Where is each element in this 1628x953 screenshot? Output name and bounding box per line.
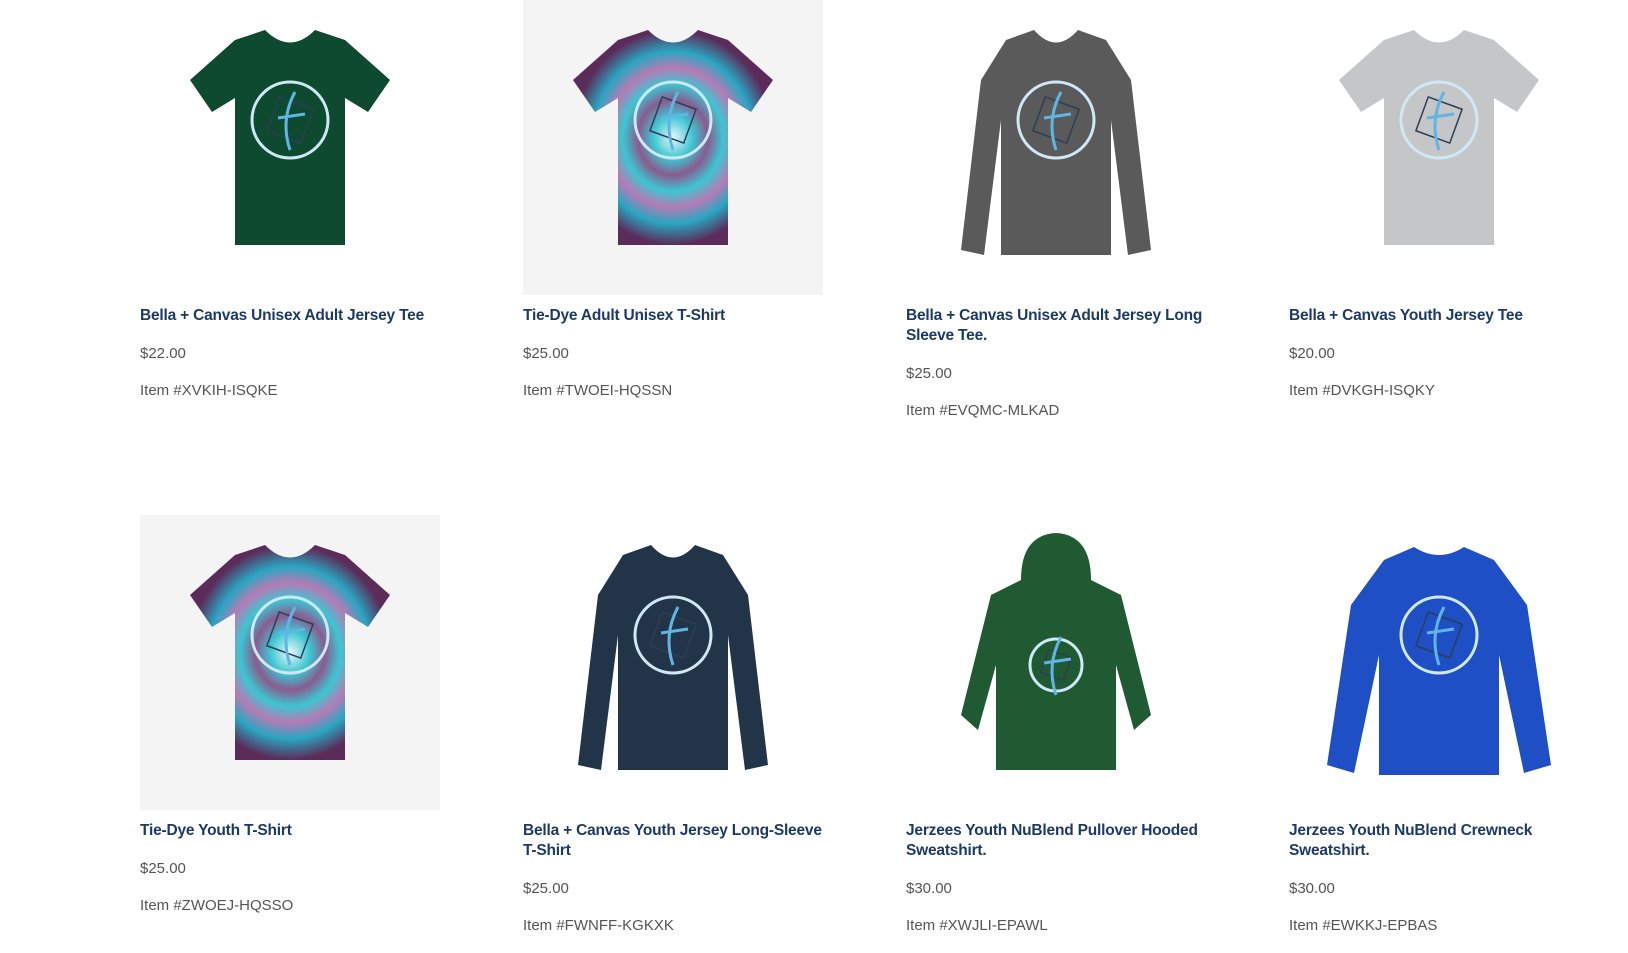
garment-illustration [961,533,1151,770]
garment-shape [578,545,768,770]
product-price: $30.00 [1289,880,1335,897]
product-name[interactable]: Bella + Canvas Youth Jersey Long-Sleeve … [523,821,823,861]
product-image[interactable] [140,0,440,295]
garment-shape [961,30,1151,255]
product-name[interactable]: Jerzees Youth NuBlend Crewneck Sweatshir… [1289,821,1589,861]
product-price: $25.00 [906,365,952,382]
product-item-number: Item #DVKGH-ISQKY [1289,382,1435,399]
product-image[interactable] [1289,0,1589,295]
product-image[interactable] [523,515,823,810]
garment-illustration [961,30,1151,255]
garment-illustration [190,30,390,245]
product-name[interactable]: Tie-Dye Adult Unisex T-Shirt [523,306,823,326]
product-item-number: Item #EVQMC-MLKAD [906,402,1060,419]
product-image[interactable] [523,0,823,295]
product-grid: Bella + Canvas Unisex Adult Jersey Tee $… [0,0,1628,953]
product-item-number: Item #FWNFF-KGKXK [523,917,674,934]
garment-illustration [1327,547,1551,775]
product-price: $20.00 [1289,345,1335,362]
product-item-number: Item #XWJLI-EPAWL [906,917,1048,934]
product-price: $30.00 [906,880,952,897]
product-name[interactable]: Bella + Canvas Unisex Adult Jersey Long … [906,306,1206,346]
garment-illustration [578,545,768,770]
product-item-number: Item #XVKIH-ISQKE [140,382,278,399]
product-price: $25.00 [140,860,186,877]
product-price: $25.00 [523,880,569,897]
product-item-number: Item #TWOEI-HQSSN [523,382,673,399]
product-name[interactable]: Bella + Canvas Unisex Adult Jersey Tee [140,306,440,326]
product-price: $25.00 [523,345,569,362]
product-image[interactable] [1289,515,1589,810]
product-name[interactable]: Jerzees Youth NuBlend Pullover Hooded Sw… [906,821,1206,861]
garment-shape [1339,30,1539,245]
garment-illustration [523,0,823,295]
product-price: $22.00 [140,345,186,362]
garment-illustration [1339,30,1539,245]
product-image[interactable] [906,515,1206,810]
product-name[interactable]: Bella + Canvas Youth Jersey Tee [1289,306,1589,326]
product-item-number: Item #EWKKJ-EPBAS [1289,917,1438,934]
product-image[interactable] [140,515,440,810]
garment-illustration [140,515,440,810]
garment-shape [190,30,390,245]
product-image[interactable] [906,0,1206,295]
product-name[interactable]: Tie-Dye Youth T-Shirt [140,821,440,841]
product-item-number: Item #ZWOEJ-HQSSO [140,897,294,914]
